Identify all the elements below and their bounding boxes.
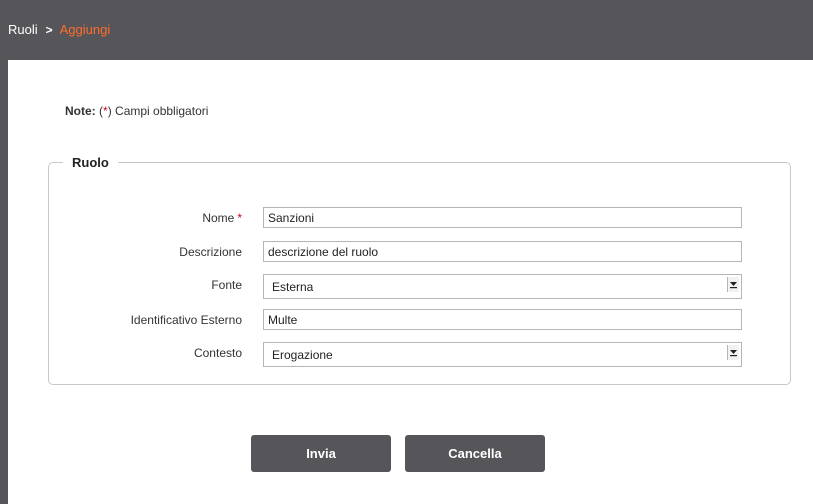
contesto-label: Contesto [193,346,242,360]
fonte-selected-value: Esterna [272,280,314,294]
row-identificativo-esterno: Identificativo Esterno [49,309,790,331]
required-fields-note: Note: (*) Campi obbligatori [65,104,208,118]
note-text: Campi obbligatori [111,104,209,118]
contesto-dropdown-arrow-icon[interactable] [727,345,739,360]
nome-label-text: Nome [202,211,235,225]
identificativo-esterno-input[interactable] [263,309,742,330]
row-fonte: Fonte Esterna [49,274,790,299]
fonte-dropdown-arrow-icon[interactable] [727,277,739,292]
breadcrumb-ruoli-link[interactable]: Ruoli [8,22,38,37]
contesto-selected-value: Erogazione [272,348,333,362]
identificativo-esterno-label: Identificativo Esterno [130,313,242,327]
row-descrizione: Descrizione [49,241,790,263]
note-label: Note: [65,104,96,118]
row-nome: Nome * [49,207,790,229]
nome-label: Nome * [202,211,242,225]
fonte-select[interactable]: Esterna [263,274,742,299]
breadcrumb-current: Aggiungi [59,22,111,37]
nome-input[interactable] [263,207,742,228]
descrizione-input[interactable] [263,241,742,262]
descrizione-label: Descrizione [179,245,242,259]
breadcrumb: Ruoli > Aggiungi [8,22,110,37]
cancella-button[interactable]: Cancella [405,435,545,472]
left-bar [0,60,8,504]
fonte-label: Fonte [211,278,242,292]
contesto-select[interactable]: Erogazione [263,342,742,367]
ruolo-legend: Ruolo [72,155,109,170]
top-bar: Ruoli > Aggiungi [0,0,813,60]
invia-button[interactable]: Invia [251,435,391,472]
row-contesto: Contesto Erogazione [49,342,790,367]
nome-required-star: * [237,211,242,225]
breadcrumb-separator-icon: > [45,22,53,37]
ruolo-fieldset: Ruolo Nome* Descrizione Fonte Esterna Id… [48,155,791,385]
